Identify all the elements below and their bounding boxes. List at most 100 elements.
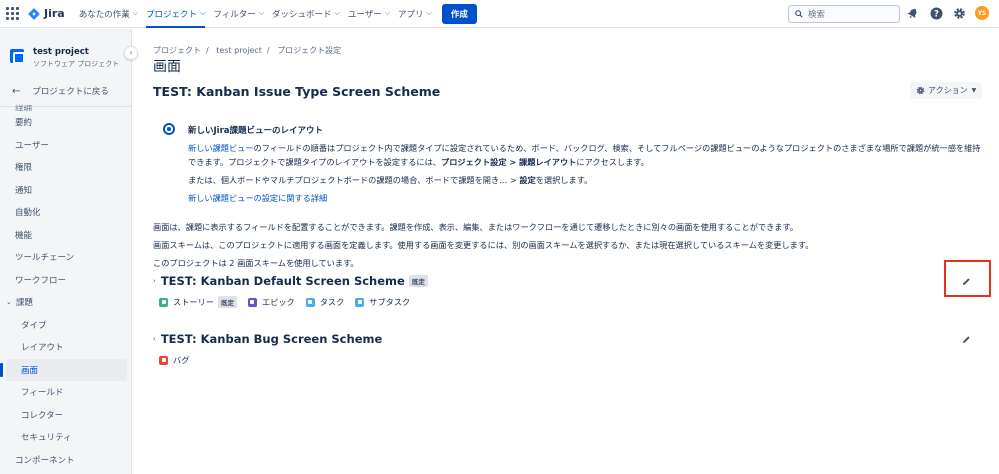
sidebar-item-fields[interactable]: フィールド — [0, 381, 131, 404]
project-sidebar: test project ソフトウェア プロジェクト ← プロジェクトに戻る 詳… — [0, 29, 132, 474]
nav-apps[interactable]: アプリ ⌵ — [398, 0, 432, 28]
sidebar-item-label: タイプ — [21, 320, 47, 331]
info-p1-line2-bold: プロジェクト設定 > 課題レイアウト — [441, 156, 577, 167]
sidebar-item-label: 機能 — [15, 230, 33, 241]
issue-type-label: タスク — [319, 297, 345, 307]
sidebar-item-automation[interactable]: 自動化 — [0, 201, 131, 224]
nav-dashboards-label: ダッシュボード — [272, 9, 332, 20]
issue-type-list: ストーリー 既定 エピック タスク サブタスク — [153, 296, 983, 308]
nav-people[interactable]: ユーザー ⌵ — [348, 0, 390, 28]
collapse-sidebar-button[interactable]: ‹ — [124, 46, 138, 60]
project-avatar-icon — [10, 49, 24, 63]
info-p1-line2-pre: できます。プロジェクトで課題タイプのレイアウトを設定するには、 — [188, 156, 441, 167]
scheme-count-text: このプロジェクトは 2 画面スキームを使用しています。 — [153, 258, 359, 268]
description-paragraph-2: 画面スキームは、このプロジェクトに適用する画面を定義します。使用する画面を変更す… — [153, 240, 814, 250]
nav-filters-label: フィルター — [213, 9, 256, 20]
svg-text:?: ? — [934, 9, 939, 19]
info-title: 新しいJira課題ビューのレイアウト — [188, 126, 324, 136]
search-placeholder: 検索 — [808, 10, 826, 20]
issue-type-list: バグ — [153, 354, 983, 366]
story-icon — [159, 297, 168, 307]
sidebar-item-details[interactable]: 詳細 — [0, 101, 131, 111]
nav-filters[interactable]: フィルター ⌵ — [213, 0, 264, 28]
sidebar-item-label: フィールド — [21, 388, 64, 399]
default-badge: 既定 — [408, 275, 428, 287]
create-button[interactable]: 作成 — [441, 3, 477, 24]
sidebar-item-label: 自動化 — [15, 208, 41, 219]
sidebar-item-toolchain[interactable]: ツールチェーン — [0, 246, 131, 269]
sidebar-item-collectors[interactable]: コレクター — [0, 404, 131, 427]
issue-type-bug: バグ — [159, 354, 189, 366]
sidebar-item-workflows[interactable]: ワークフロー — [0, 269, 131, 292]
sidebar-item-label: ユーザー — [15, 140, 49, 151]
nav-your-work-label: あなたの作業 — [78, 9, 130, 20]
sidebar-item-security[interactable]: セキュリティ — [0, 426, 131, 449]
sidebar-item-label: ツールチェーン — [15, 253, 75, 264]
sidebar-item-components[interactable]: コンポーネント — [0, 449, 131, 472]
sidebar-item-label: 権限 — [15, 163, 33, 174]
sidebar-group-issues[interactable]: ⌄ 課題 — [0, 291, 131, 314]
issue-type-subtask: サブタスク — [355, 296, 410, 308]
edit-icon[interactable] — [959, 332, 973, 346]
sidebar-item-label: ワークフロー — [15, 275, 67, 286]
issue-type-label: エピック — [261, 297, 295, 307]
sidebar-item-users[interactable]: ユーザー — [0, 134, 131, 157]
chevron-down-icon: ⌵ — [426, 9, 432, 17]
sidebar-item-layout[interactable]: レイアウト — [0, 336, 131, 359]
issue-type-task: タスク — [305, 296, 345, 308]
info-p2-bold: 設定 — [519, 175, 536, 185]
chevron-right-icon[interactable]: › — [153, 335, 156, 343]
info-p1-line2-post: にアクセスします。 — [576, 156, 649, 167]
scheme-name[interactable]: TEST: Kanban Bug Screen Scheme — [161, 332, 382, 346]
gear-icon — [916, 86, 925, 95]
nav-apps-label: アプリ — [398, 9, 424, 20]
breadcrumb-project-settings[interactable]: プロジェクト設定 — [277, 46, 341, 55]
chevron-down-icon: ⌵ — [258, 9, 265, 17]
jira-logo[interactable]: Jira — [28, 7, 65, 20]
scheme-name[interactable]: TEST: Kanban Default Screen Scheme — [161, 274, 405, 288]
notifications-icon[interactable] — [906, 6, 920, 20]
sidebar-item-label: セキュリティ — [21, 433, 72, 444]
nav-projects-label: プロジェクト — [146, 9, 198, 20]
sidebar-item-screens[interactable]: 画面 — [0, 358, 127, 381]
chevron-down-icon: ⌵ — [334, 9, 340, 17]
top-navigation: Jira あなたの作業 ⌵ プロジェクト ⌵ フィルター ⌵ ダッシュボード ⌵ ユーザ… — [0, 0, 999, 28]
breadcrumb-project[interactable]: test project — [216, 46, 262, 55]
nav-dashboards[interactable]: ダッシュボード ⌵ — [272, 0, 340, 28]
nav-projects[interactable]: プロジェクト ⌵ — [146, 0, 206, 28]
sidebar-item-notifications[interactable]: 通知 — [0, 179, 131, 202]
help-icon[interactable]: ? — [929, 6, 943, 20]
chevron-left-icon: ‹ — [129, 49, 133, 57]
actions-button[interactable]: アクション ▼ — [910, 82, 983, 99]
learn-more-link[interactable]: 新しい課題ビューの設定に関する詳細 — [188, 193, 327, 203]
avatar[interactable]: YS — [975, 6, 989, 20]
sidebar-item-permissions[interactable]: 権限 — [0, 156, 131, 179]
chevron-down-icon: ▼ — [971, 87, 977, 94]
project-type: ソフトウェア プロジェクト — [33, 60, 120, 68]
back-to-project-link[interactable]: ← プロジェクトに戻る — [0, 80, 131, 102]
settings-icon[interactable] — [952, 6, 966, 20]
info-paragraph-1: 新しい課題ビューのフィールドの順番はプロジェクト内で課題タイプに設定されているた… — [188, 142, 980, 169]
search-input[interactable]: 検索 — [788, 5, 900, 23]
app-switcher-icon[interactable] — [6, 6, 20, 21]
breadcrumb: プロジェクト / test project / プロジェクト設定 — [153, 46, 342, 55]
sidebar-group-label: 課題 — [15, 298, 33, 309]
chevron-right-icon[interactable]: › — [153, 277, 156, 285]
sidebar-item-features[interactable]: 機能 — [0, 224, 131, 247]
sidebar-item-label: 要約 — [15, 118, 33, 129]
info-p2-post: を選択します。 — [535, 175, 593, 185]
description-paragraph-1: 画面は、課題に表示するフィールドを配置することができます。課題を作成、表示、編集… — [153, 222, 799, 232]
chevron-down-icon: ⌵ — [200, 9, 206, 17]
issue-type-label: ストーリー — [173, 297, 214, 307]
task-icon — [305, 297, 315, 307]
breadcrumb-projects[interactable]: プロジェクト — [153, 46, 201, 55]
chevron-down-icon: ⌵ — [132, 9, 139, 17]
sidebar-item-types[interactable]: タイプ — [0, 314, 131, 337]
nav-your-work[interactable]: あなたの作業 ⌵ — [79, 0, 138, 28]
sidebar-item-label: コンポーネント — [15, 455, 75, 466]
page-title: 画面 — [153, 59, 181, 75]
default-badge: 既定 — [217, 296, 237, 308]
sidebar-item-summary[interactable]: 要約 — [0, 111, 131, 134]
new-issue-view-link[interactable]: 新しい課題ビュー — [188, 143, 254, 153]
bug-icon — [159, 355, 168, 365]
